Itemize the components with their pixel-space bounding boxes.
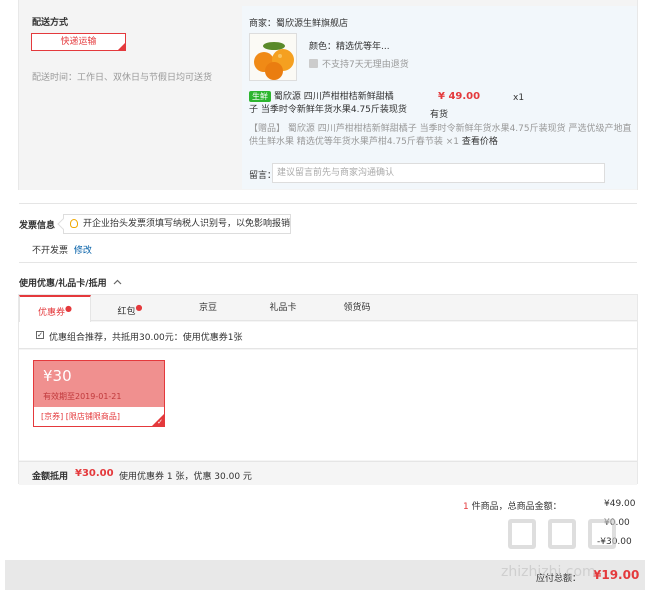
coupon-amount: ¥30 [43, 367, 72, 385]
no-return-notice: 不支持7天无理由退货 [309, 57, 409, 70]
tab-giftcard[interactable]: 礼品卡 [247, 295, 319, 321]
combo-recommend-row: ✓ 优惠组合推荐，共抵用30.00元：使用优惠券1张 [19, 322, 637, 349]
gift-line2: 供生鲜水果 精选优等年货水果芦柑4.75斤春节装 ×1 [249, 137, 460, 147]
shipping-method-button[interactable]: 快递运输 [31, 33, 126, 51]
product-title-line1: 蜀欣源 四川芦柑柑桔新鲜甜橘 [273, 92, 394, 102]
delivery-heading: 配送方式 [32, 18, 69, 28]
section-divider [19, 203, 637, 204]
fresh-badge: 生鲜 [249, 91, 271, 102]
invoice-tip: 开企业抬头发票须填写纳税人识别号，以免影响报销 [57, 214, 291, 234]
discount-sum-detail: 使用优惠券 1 张，优惠 30.00 元 [119, 472, 252, 482]
coupon-expiry: 有效期至2019-01-21 [43, 392, 122, 401]
shop-name[interactable]: 商家：蜀欣源生鲜旗舰店 [249, 16, 348, 29]
watermark-logo [508, 515, 638, 555]
tab-redpacket-dot: ● [135, 303, 143, 312]
tab-jingdou[interactable]: 京豆 [169, 295, 247, 321]
remark-input[interactable]: 建议留言前先与商家沟通确认 [272, 163, 605, 183]
tab-redpacket[interactable]: 红包● [91, 295, 169, 321]
invoice-edit-link[interactable]: 修改 [74, 246, 92, 256]
section-divider-2 [19, 262, 637, 263]
tab-pickup-code-label: 领货码 [343, 303, 371, 313]
goods-total-label: 1 件商品，总商品金额： [463, 499, 562, 512]
discount-sum-label: 金额抵用 [32, 472, 69, 482]
discount-heading[interactable]: 使用优惠/礼品卡/抵用 [19, 276, 122, 289]
lightbulb-icon [70, 219, 78, 228]
product-quantity: x1 [513, 93, 525, 103]
coupon-header: ¥30 有效期至2019-01-21 [34, 361, 164, 407]
invoice-heading: 发票信息 [19, 221, 56, 231]
tab-giftcard-label: 礼品卡 [269, 303, 297, 313]
orange-image-icon [250, 34, 296, 80]
tab-coupon-dot: ● [65, 304, 72, 313]
watermark-glyph-3 [588, 519, 616, 549]
tip-arrow [57, 218, 69, 230]
combo-text: 优惠组合推荐，共抵用30.00元：使用优惠券1张 [49, 333, 243, 343]
watermark-text: zhizhizhi.com [501, 564, 596, 580]
discount-tabs: 优惠券● 红包● 京豆 礼品卡 领货码 [19, 295, 637, 322]
tab-coupon[interactable]: 优惠券● [19, 295, 91, 322]
goods-count-text: 件商品，总商品金额： [471, 502, 562, 512]
product-thumbnail[interactable] [249, 33, 297, 81]
no-return-icon [309, 59, 318, 68]
goods-count: 1 [463, 502, 469, 512]
product-title-line2: 子 当季时令新鲜年货水果4.75斤装现货 [249, 105, 407, 115]
view-price-link[interactable]: 查看价格 [462, 137, 498, 147]
tab-coupon-label: 优惠券 [38, 308, 66, 318]
combo-checkbox[interactable]: ✓ [36, 331, 44, 339]
tab-jingdou-label: 京豆 [198, 303, 217, 313]
product-color: 颜色：精选优等年... [309, 42, 390, 52]
watermark-glyph-2 [548, 519, 576, 549]
invoice-type: 不开发票 [32, 246, 69, 256]
coupon-card[interactable]: ¥30 有效期至2019-01-21 [京券] [限店铺限商品] ✓ [33, 360, 165, 427]
tab-redpacket-label: 红包 [117, 307, 136, 317]
chevron-up-icon [113, 279, 122, 285]
product-price: ¥ 49.00 [438, 91, 481, 102]
shipping-method-label: 快递运输 [60, 37, 97, 47]
discount-sum-value: ¥30.00 [75, 468, 114, 479]
invoice-value: 不开发票 修改 [32, 243, 92, 256]
discount-heading-text: 使用优惠/礼品卡/抵用 [19, 279, 107, 289]
coupon-scope: [京券] [限店铺限商品] [41, 412, 121, 421]
tab-pickup-code[interactable]: 领货码 [319, 295, 395, 321]
stock-status: 有货 [430, 110, 449, 120]
no-return-text: 不支持7天无理由退货 [322, 60, 409, 70]
selected-corner-icon [118, 43, 125, 50]
product-title[interactable]: 生鲜 蜀欣源 四川芦柑柑桔新鲜甜橘 子 当季时令新鲜年货水果4.75斤装现货 [249, 91, 429, 117]
invoice-tip-text: 开企业抬头发票须填写纳税人识别号，以免影响报销 [83, 219, 291, 229]
gift-info: 【赠品】 蜀欣源 四川芦柑柑桔新鲜甜橘子 当季时令新鲜年货水果4.75斤装现货 … [249, 123, 634, 149]
check-icon: ✓ [157, 418, 163, 426]
payable-amount: ¥19.00 [593, 568, 640, 582]
gift-line1: 【赠品】 蜀欣源 四川芦柑柑桔新鲜甜橘子 当季时令新鲜年货水果4.75斤装现货 … [249, 124, 632, 134]
delivery-time: 配送时间：工作日、双休日与节假日均可送货 [32, 73, 213, 83]
watermark-glyph-1 [508, 519, 536, 549]
discount-summary: 金额抵用 ¥30.00 使用优惠券 1 张，优惠 30.00 元 [19, 461, 637, 485]
goods-amount: ¥49.00 [604, 499, 636, 509]
